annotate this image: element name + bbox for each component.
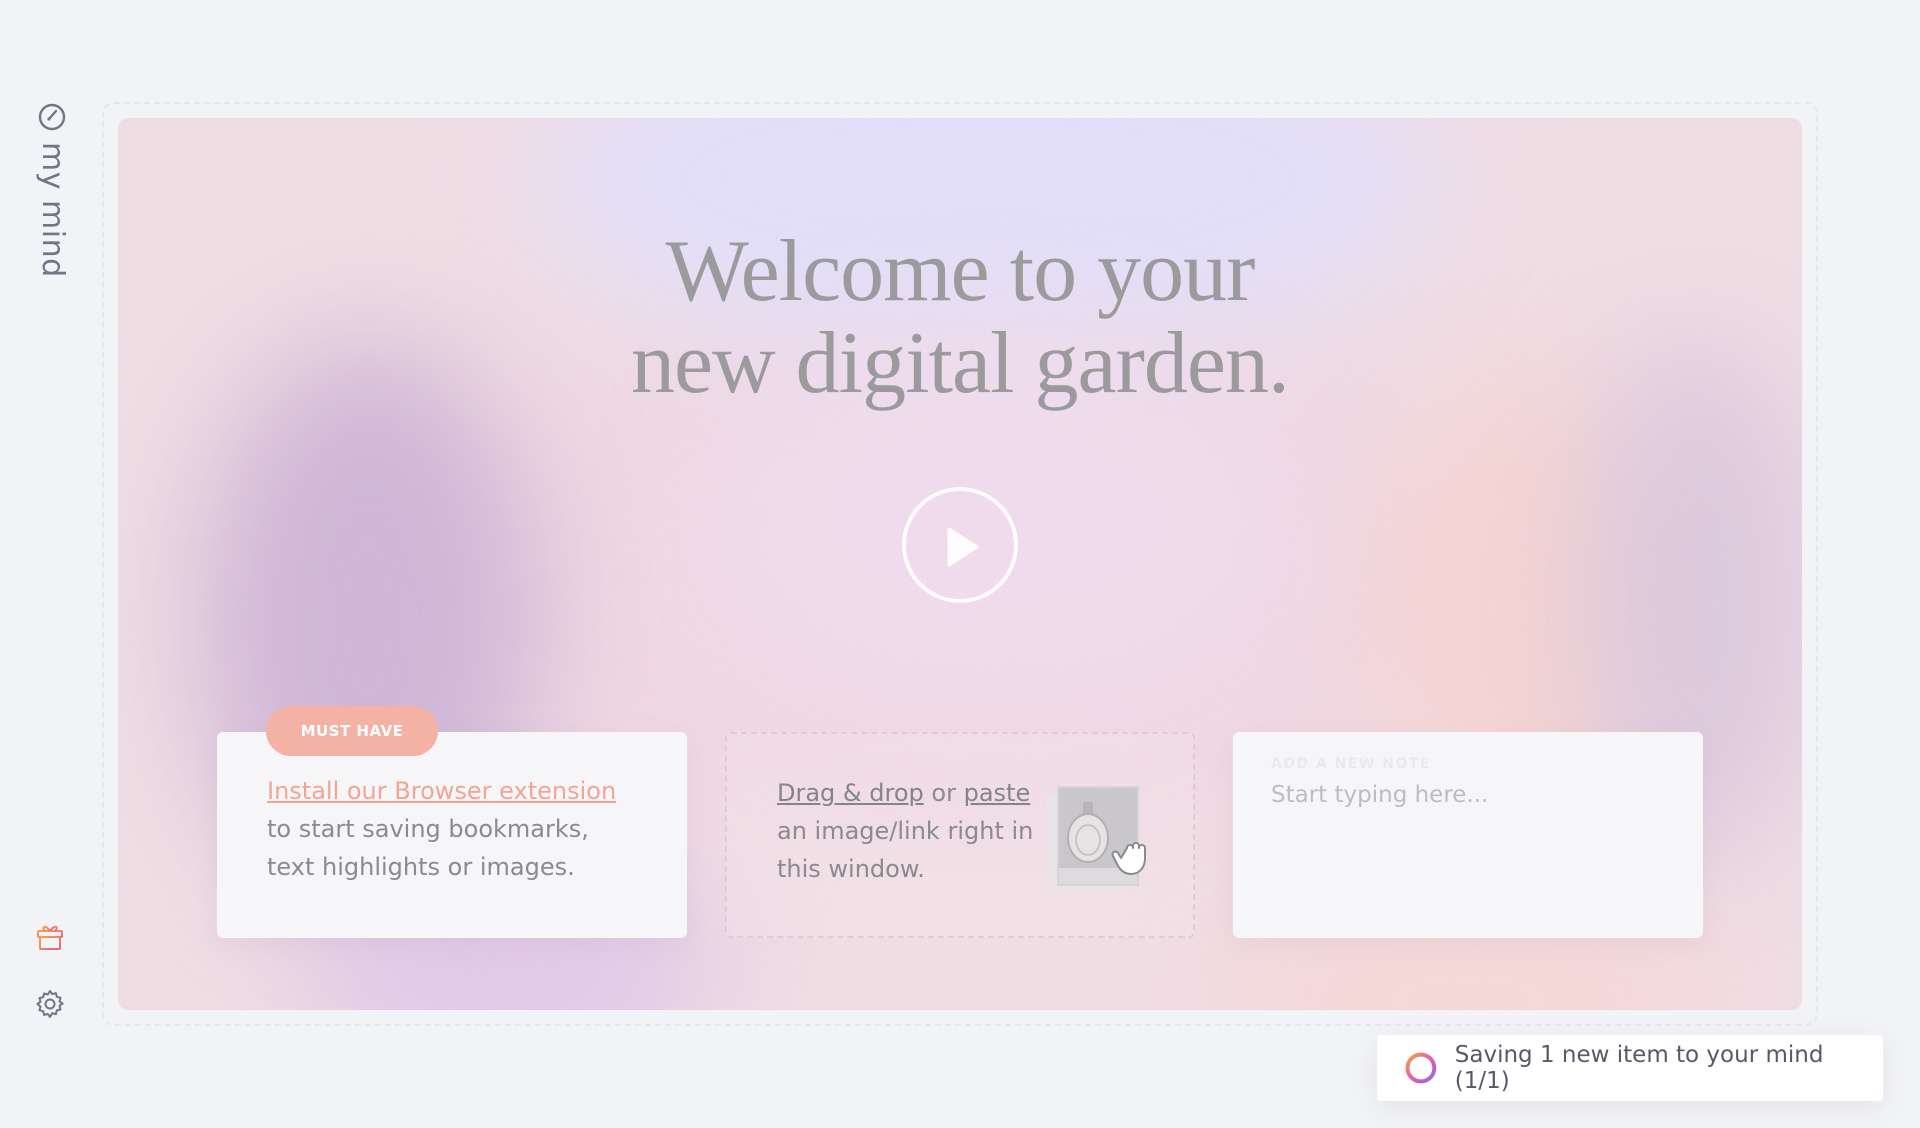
drop-description: an image/link right in this window. (777, 817, 1034, 883)
brand-logo[interactable]: my mind (30, 100, 74, 278)
headline-line-2: new digital garden. (631, 315, 1290, 412)
new-note-card: ADD A NEW NOTE (1233, 732, 1703, 938)
gauge-icon (38, 103, 66, 131)
saving-toast: Saving 1 new item to your mind (1/1) (1377, 1035, 1883, 1101)
drag-image-illustration (1046, 786, 1146, 895)
gift-button[interactable] (32, 918, 68, 954)
install-extension-card: Install our Browser extension to start s… (217, 732, 687, 938)
welcome-hero: Welcome to your new digital garden. MUST… (118, 118, 1802, 1010)
settings-button[interactable] (32, 986, 68, 1022)
install-extension-link[interactable]: Install our Browser extension (267, 777, 616, 805)
headline-line-1: Welcome to your (665, 223, 1256, 320)
drop-instructions: Drag & drop or paste an image/link right… (777, 774, 1047, 888)
toast-message: Saving 1 new item to your mind (1/1) (1454, 1042, 1824, 1094)
sidebar: my mind (0, 0, 102, 1128)
paste-link[interactable]: paste (964, 779, 1031, 807)
brand-name: my mind (35, 142, 70, 278)
loading-spinner-icon (1405, 1052, 1437, 1084)
note-input[interactable] (1271, 782, 1661, 808)
gift-icon (37, 925, 63, 950)
must-have-badge: MUST HAVE (266, 706, 438, 756)
gear-icon (36, 990, 64, 1018)
install-description: to start saving bookmarks, text highligh… (267, 815, 589, 881)
play-video-button[interactable] (902, 487, 1018, 603)
play-icon (947, 527, 979, 567)
drag-drop-link[interactable]: Drag & drop (777, 779, 924, 807)
drop-zone-card[interactable]: Drag & drop or paste an image/link right… (725, 732, 1195, 938)
new-note-label: ADD A NEW NOTE (1271, 756, 1431, 772)
page-title: Welcome to your new digital garden. (118, 226, 1802, 410)
drop-or-text: or (931, 779, 956, 807)
